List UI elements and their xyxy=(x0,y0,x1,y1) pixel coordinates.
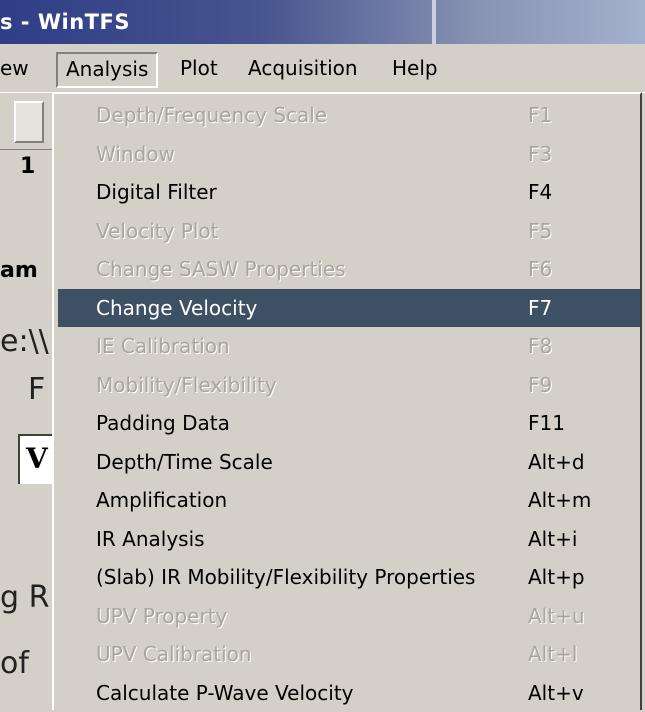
menu-item-label: (Slab) IR Mobility/Flexibility Propertie… xyxy=(96,565,475,589)
menu-item-slab-ir-mobility-flexibility-properties[interactable]: (Slab) IR Mobility/Flexibility Propertie… xyxy=(58,558,640,597)
menu-item-upv-calibration: UPV Calibration Alt+l xyxy=(58,635,640,674)
menu-bar: ew Analysis Plot Acquisition Help xyxy=(0,44,645,93)
menu-item-shortcut: F11 xyxy=(528,411,565,435)
menu-analysis[interactable]: Analysis xyxy=(56,52,158,88)
menu-item-ir-analysis[interactable]: IR Analysis Alt+i xyxy=(58,520,640,559)
title-bar-divider xyxy=(432,0,436,44)
menu-item-shortcut: F9 xyxy=(528,373,552,397)
text-field-value: V xyxy=(26,442,48,475)
menu-item-shortcut: Alt+v xyxy=(528,681,584,705)
menu-acquisition[interactable]: Acquisition xyxy=(248,52,358,84)
menu-item-shortcut: F6 xyxy=(528,257,552,281)
menu-item-label: UPV Property xyxy=(96,604,227,628)
menu-item-shortcut: Alt+p xyxy=(528,565,585,589)
menu-item-change-velocity[interactable]: Change Velocity F7 xyxy=(58,289,640,328)
menu-item-ie-calibration: IE Calibration F8 xyxy=(58,327,640,366)
menu-item-digital-filter[interactable]: Digital Filter F4 xyxy=(58,173,640,212)
menu-item-window: Window F3 xyxy=(58,135,640,174)
label-fragment-f: F xyxy=(28,372,45,407)
menu-item-label: Amplification xyxy=(96,488,227,512)
menu-item-padding-data[interactable]: Padding Data F11 xyxy=(58,404,640,443)
menu-item-velocity-plot: Velocity Plot F5 xyxy=(58,212,640,251)
tab-number: 1 xyxy=(20,154,35,179)
menu-help[interactable]: Help xyxy=(392,52,438,84)
menu-item-shortcut: F1 xyxy=(528,103,552,127)
menu-item-shortcut: Alt+l xyxy=(528,642,577,666)
menu-item-shortcut: Alt+u xyxy=(528,604,585,628)
menu-item-calculate-p-wave-velocity[interactable]: Calculate P-Wave Velocity Alt+v xyxy=(58,674,640,712)
label-fragment-g: g R xyxy=(0,580,49,615)
menu-item-label: Depth/Time Scale xyxy=(96,450,273,474)
menu-item-shortcut: Alt+d xyxy=(528,450,585,474)
menu-item-label: UPV Calibration xyxy=(96,642,252,666)
label-fragment-of: of xyxy=(0,646,29,681)
menu-item-amplification[interactable]: Amplification Alt+m xyxy=(58,481,640,520)
menu-item-label: IE Calibration xyxy=(96,334,230,358)
menu-item-label: Change Velocity xyxy=(96,296,257,320)
menu-item-label: Depth/Frequency Scale xyxy=(96,103,327,127)
label-fragment-am: am xyxy=(0,258,38,283)
menu-plot[interactable]: Plot xyxy=(180,52,218,84)
menu-item-shortcut: F5 xyxy=(528,219,552,243)
analysis-dropdown-menu: Depth/Frequency Scale F1 Window F3 Digital F… xyxy=(52,92,642,710)
menu-item-shortcut: F8 xyxy=(528,334,552,358)
menu-item-label: Change SASW Properties xyxy=(96,257,346,281)
menu-item-shortcut: F7 xyxy=(528,296,552,320)
menu-item-label: Digital Filter xyxy=(96,180,217,204)
menu-item-label: Window xyxy=(96,142,175,166)
window-title: s - WinTFS xyxy=(0,10,130,34)
menu-item-label: IR Analysis xyxy=(96,527,205,551)
menu-view[interactable]: ew xyxy=(0,52,29,84)
menu-item-mobility-flexibility: Mobility/Flexibility F9 xyxy=(58,366,640,405)
menu-item-label: Padding Data xyxy=(96,411,230,435)
toolbar-fragment xyxy=(0,93,60,150)
menu-item-shortcut: Alt+i xyxy=(528,527,577,551)
menu-item-shortcut: Alt+m xyxy=(528,488,591,512)
menu-item-label: Velocity Plot xyxy=(96,219,219,243)
menu-item-depth-frequency-scale: Depth/Frequency Scale F1 xyxy=(58,96,640,135)
menu-item-label: Calculate P-Wave Velocity xyxy=(96,681,354,705)
path-fragment: e:\\ xyxy=(0,324,49,359)
menu-item-depth-time-scale[interactable]: Depth/Time Scale Alt+d xyxy=(58,443,640,482)
menu-item-label: Mobility/Flexibility xyxy=(96,373,277,397)
menu-item-change-sasw-properties: Change SASW Properties F6 xyxy=(58,250,640,289)
toolbar-button[interactable] xyxy=(14,101,44,143)
title-bar[interactable]: s - WinTFS xyxy=(0,0,645,44)
menu-item-shortcut: F4 xyxy=(528,180,552,204)
menu-item-shortcut: F3 xyxy=(528,142,552,166)
menu-item-upv-property: UPV Property Alt+u xyxy=(58,597,640,636)
